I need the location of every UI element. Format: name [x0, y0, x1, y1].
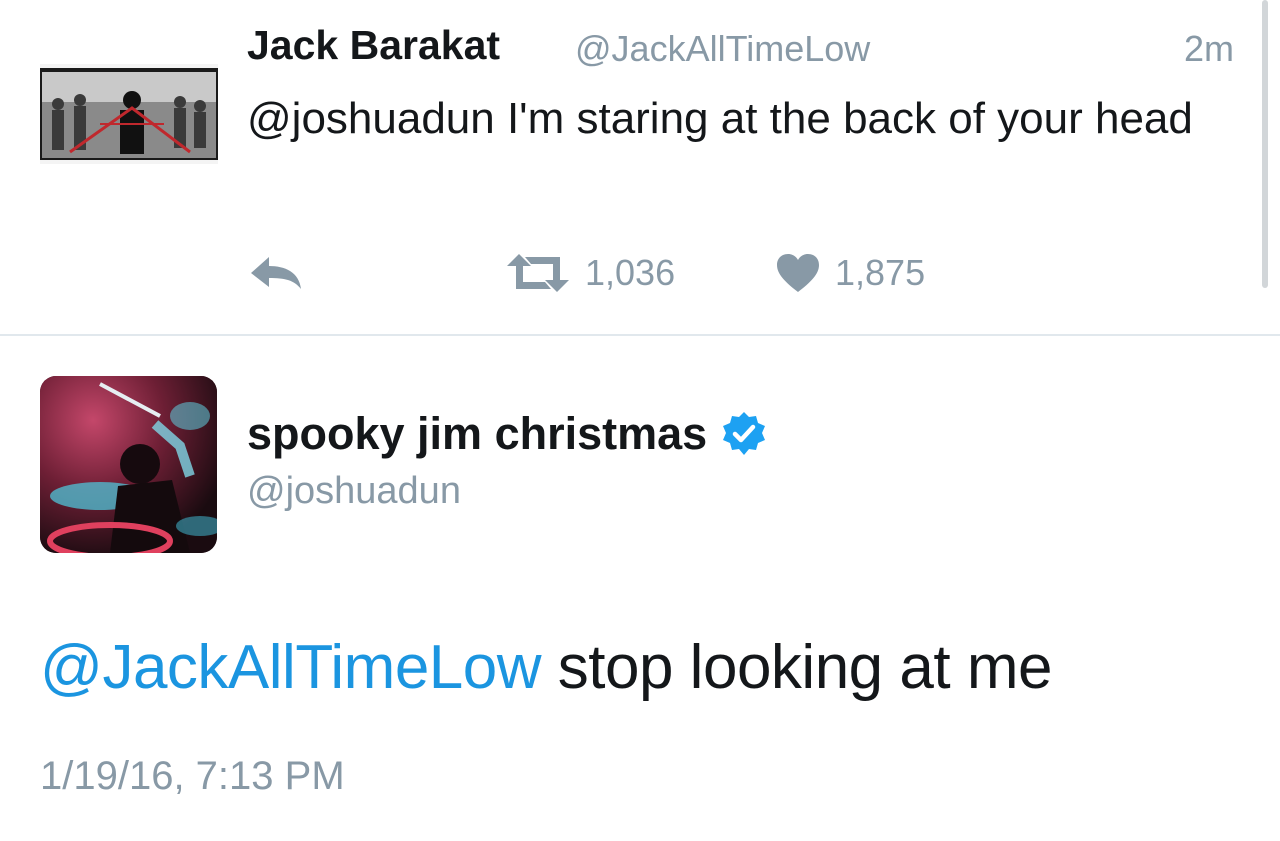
tweet-text: @joshuadun I'm staring at the back of yo… [247, 94, 1193, 143]
tweet-body-text: stop looking at me [541, 633, 1053, 702]
retweet-count: 1,036 [585, 252, 676, 293]
verified-badge-icon [723, 412, 766, 455]
reply-icon [251, 257, 301, 289]
tweet-thread: Jack Barakat @JackAllTimeLow 2m @joshuad… [0, 0, 1280, 841]
author-name[interactable]: Jack Barakat [247, 22, 500, 69]
avatar-jack-barakat[interactable] [40, 64, 218, 164]
like-count: 1,875 [835, 252, 926, 293]
retweet-icon [507, 254, 569, 292]
heart-icon [777, 254, 819, 292]
tweet-timestamp: 1/19/16, 7:13 PM [40, 754, 345, 798]
retweet-button[interactable]: 1,036 [505, 248, 675, 298]
scrollbar[interactable] [1262, 0, 1268, 288]
tweet-divider [0, 334, 1280, 336]
like-button[interactable]: 1,875 [775, 248, 925, 298]
avatar-image [40, 64, 218, 164]
tweet-actions: 1,036 1,875 [247, 248, 1047, 298]
author-handle[interactable]: @JackAllTimeLow [575, 28, 870, 70]
avatar-spooky-jim-christmas[interactable] [40, 376, 217, 553]
author-name[interactable]: spooky jim christmas [247, 408, 707, 460]
author-name-row: spooky jim christmas [247, 408, 767, 460]
relative-timestamp[interactable]: 2m [1184, 28, 1234, 70]
tweet-jack-barakat[interactable]: Jack Barakat @JackAllTimeLow 2m @joshuad… [0, 0, 1280, 335]
reply-button[interactable] [247, 248, 305, 298]
mention-link[interactable]: @JackAllTimeLow [40, 633, 542, 702]
author-handle[interactable]: @joshuadun [247, 470, 461, 513]
tweet-text: @JackAllTimeLow stop looking at me [40, 632, 1240, 703]
avatar-image [40, 376, 217, 553]
